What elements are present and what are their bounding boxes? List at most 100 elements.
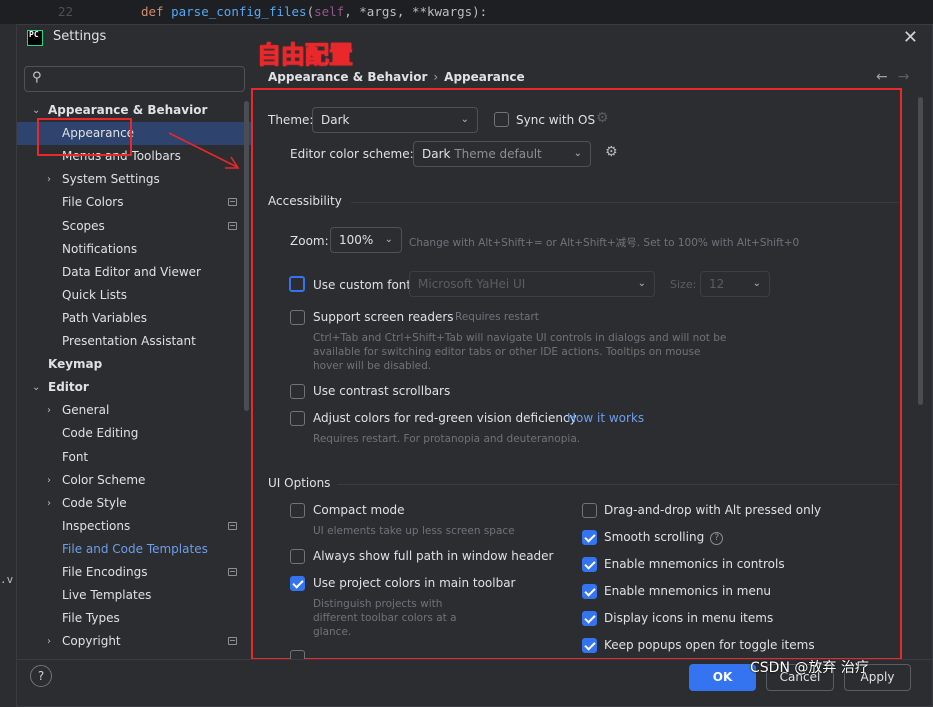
tree-item[interactable]: Inspections [17, 515, 251, 538]
contrast-scrollbars-label: Use contrast scrollbars [313, 384, 451, 398]
color-scheme-value: Dark [422, 147, 451, 161]
tree-item[interactable]: Keymap [17, 353, 251, 376]
ok-button[interactable]: OK [689, 664, 756, 691]
tree-item[interactable]: Data Editor and Viewer [17, 261, 251, 284]
tree-item[interactable]: Path Variables [17, 307, 251, 330]
breadcrumb: Appearance & Behavior › Appearance [268, 70, 525, 84]
tree-item-label: Code Editing [62, 426, 139, 441]
help-question-icon[interactable]: ? [710, 532, 724, 545]
screen-readers-hint: Requires restart [455, 311, 539, 323]
full-path-label: Always show full path in window header [313, 549, 554, 563]
gear-icon[interactable]: ⚙ [596, 110, 609, 126]
tree-item-label: General [62, 403, 110, 418]
smooth-scrolling-checkbox[interactable] [582, 530, 597, 545]
tree-item-label: System Settings [62, 172, 160, 187]
custom-font-dropdown[interactable]: Microsoft YaHei UI ⌄ [409, 271, 655, 297]
chevron-right-icon[interactable]: › [47, 168, 51, 191]
tree-item[interactable]: Menus and Toolbars [17, 145, 251, 168]
tree-item[interactable]: Quick Lists [17, 284, 251, 307]
panel-scrollbar[interactable] [918, 97, 923, 405]
tree-item-label: Copyright [62, 634, 121, 649]
chevron-right-icon[interactable]: › [47, 630, 51, 653]
annotation-text: 自由配置 [257, 41, 354, 70]
tree-item[interactable]: File Types [17, 607, 251, 630]
section-divider [337, 484, 899, 485]
tree-item[interactable]: Font [17, 446, 251, 469]
code-line: 22 def parse_config_files(self, *args, *… [0, 0, 933, 24]
tree-item[interactable]: Code Editing [17, 422, 251, 445]
tree-item-label: Editor [48, 380, 89, 395]
project-colors-checkbox[interactable] [290, 576, 305, 591]
color-scheme-dropdown[interactable]: Dark Theme default ⌄ [413, 141, 591, 167]
project-scope-icon [228, 198, 237, 207]
ui-options-section-title: UI Options [268, 476, 331, 490]
accessibility-section-title: Accessibility [268, 194, 342, 208]
font-size-label: Size: [670, 278, 697, 291]
help-button[interactable]: ? [30, 665, 52, 687]
tree-item[interactable]: Presentation Assistant [17, 330, 251, 353]
sync-with-os-checkbox[interactable] [494, 112, 509, 127]
project-colors-desc-3: glance. [313, 626, 352, 638]
compact-mode-checkbox[interactable] [290, 503, 305, 518]
back-arrow-icon[interactable]: ← [876, 69, 888, 85]
nav-arrows: ← → [876, 69, 919, 85]
close-icon[interactable]: ✕ [903, 27, 918, 48]
breadcrumb-parent[interactable]: Appearance & Behavior [268, 70, 427, 84]
tree-scrollbar[interactable] [244, 101, 249, 411]
tree-item[interactable]: › Copyright [17, 630, 251, 653]
sync-with-os-label: Sync with OS [516, 113, 596, 127]
tree-item[interactable]: Notifications [17, 238, 251, 261]
tree-item[interactable]: › System Settings [17, 168, 251, 191]
tree-item[interactable]: Scopes [17, 215, 251, 238]
display-icons-checkbox[interactable] [582, 611, 597, 626]
tree-item-label: Live Templates [62, 588, 152, 603]
settings-search-input[interactable] [51, 70, 236, 88]
tree-item[interactable]: File Encodings [17, 561, 251, 584]
settings-search-box[interactable]: ⚲ [24, 66, 245, 92]
line-number: 22 [58, 4, 74, 19]
zoom-dropdown[interactable]: 100% ⌄ [330, 227, 402, 253]
theme-dropdown[interactable]: Dark ⌄ [312, 107, 478, 133]
how-it-works-link[interactable]: How it works [567, 411, 644, 425]
full-path-checkbox[interactable] [290, 549, 305, 564]
tree-item[interactable]: Appearance [17, 122, 251, 146]
tree-item-label: Path Variables [62, 310, 148, 325]
tree-item-label: Code Style [62, 495, 127, 510]
tree-item[interactable]: Live Templates [17, 584, 251, 607]
chevron-down-icon: ⌄ [460, 114, 469, 125]
chevron-down-icon: ⌄ [384, 234, 393, 245]
tree-item[interactable]: › Code Style [17, 492, 251, 515]
custom-font-label: Use custom font: [313, 278, 416, 292]
tree-item[interactable]: File Colors [17, 191, 251, 214]
drag-drop-alt-checkbox[interactable] [582, 503, 597, 518]
chevron-right-icon[interactable]: › [47, 399, 51, 422]
color-scheme-label: Editor color scheme: [290, 147, 414, 161]
zoom-value: 100% [339, 233, 374, 247]
forward-arrow-icon[interactable]: → [898, 69, 910, 85]
gear-icon[interactable]: ⚙ [605, 144, 618, 160]
chevron-down-icon[interactable]: ⌄ [32, 99, 40, 122]
tree-item[interactable]: File and Code Templates [17, 538, 251, 561]
editor-fragment: .v [0, 573, 14, 586]
chevron-down-icon[interactable]: ⌄ [32, 376, 40, 399]
tree-item[interactable]: › Color Scheme [17, 469, 251, 492]
color-scheme-suffix: Theme default [454, 147, 542, 161]
chevron-right-icon[interactable]: › [47, 469, 51, 492]
chevron-right-icon[interactable]: › [47, 492, 51, 515]
tree-item[interactable]: › General [17, 399, 251, 422]
contrast-scrollbars-checkbox[interactable] [290, 384, 305, 399]
keep-popups-checkbox[interactable] [582, 638, 597, 653]
tree-item-label: File Types [62, 611, 120, 626]
project-scope-icon [228, 568, 237, 576]
mnemonics-controls-checkbox[interactable] [582, 557, 597, 572]
tree-item[interactable]: ⌄ Appearance & Behavior [17, 99, 251, 122]
font-size-dropdown[interactable]: 12 ⌄ [700, 271, 770, 297]
mnemonics-menu-checkbox[interactable] [582, 584, 597, 599]
screen-readers-checkbox[interactable] [290, 310, 305, 325]
screen-readers-desc-2: available for switching editor tabs or o… [313, 346, 701, 358]
drag-drop-alt-label: Drag-and-drop with Alt pressed only [604, 503, 822, 517]
mnemonics-controls-label: Enable mnemonics in controls [604, 557, 785, 571]
red-green-checkbox[interactable] [290, 411, 305, 426]
tree-item[interactable]: ⌄ Editor [17, 376, 251, 399]
custom-font-checkbox[interactable] [289, 276, 305, 292]
